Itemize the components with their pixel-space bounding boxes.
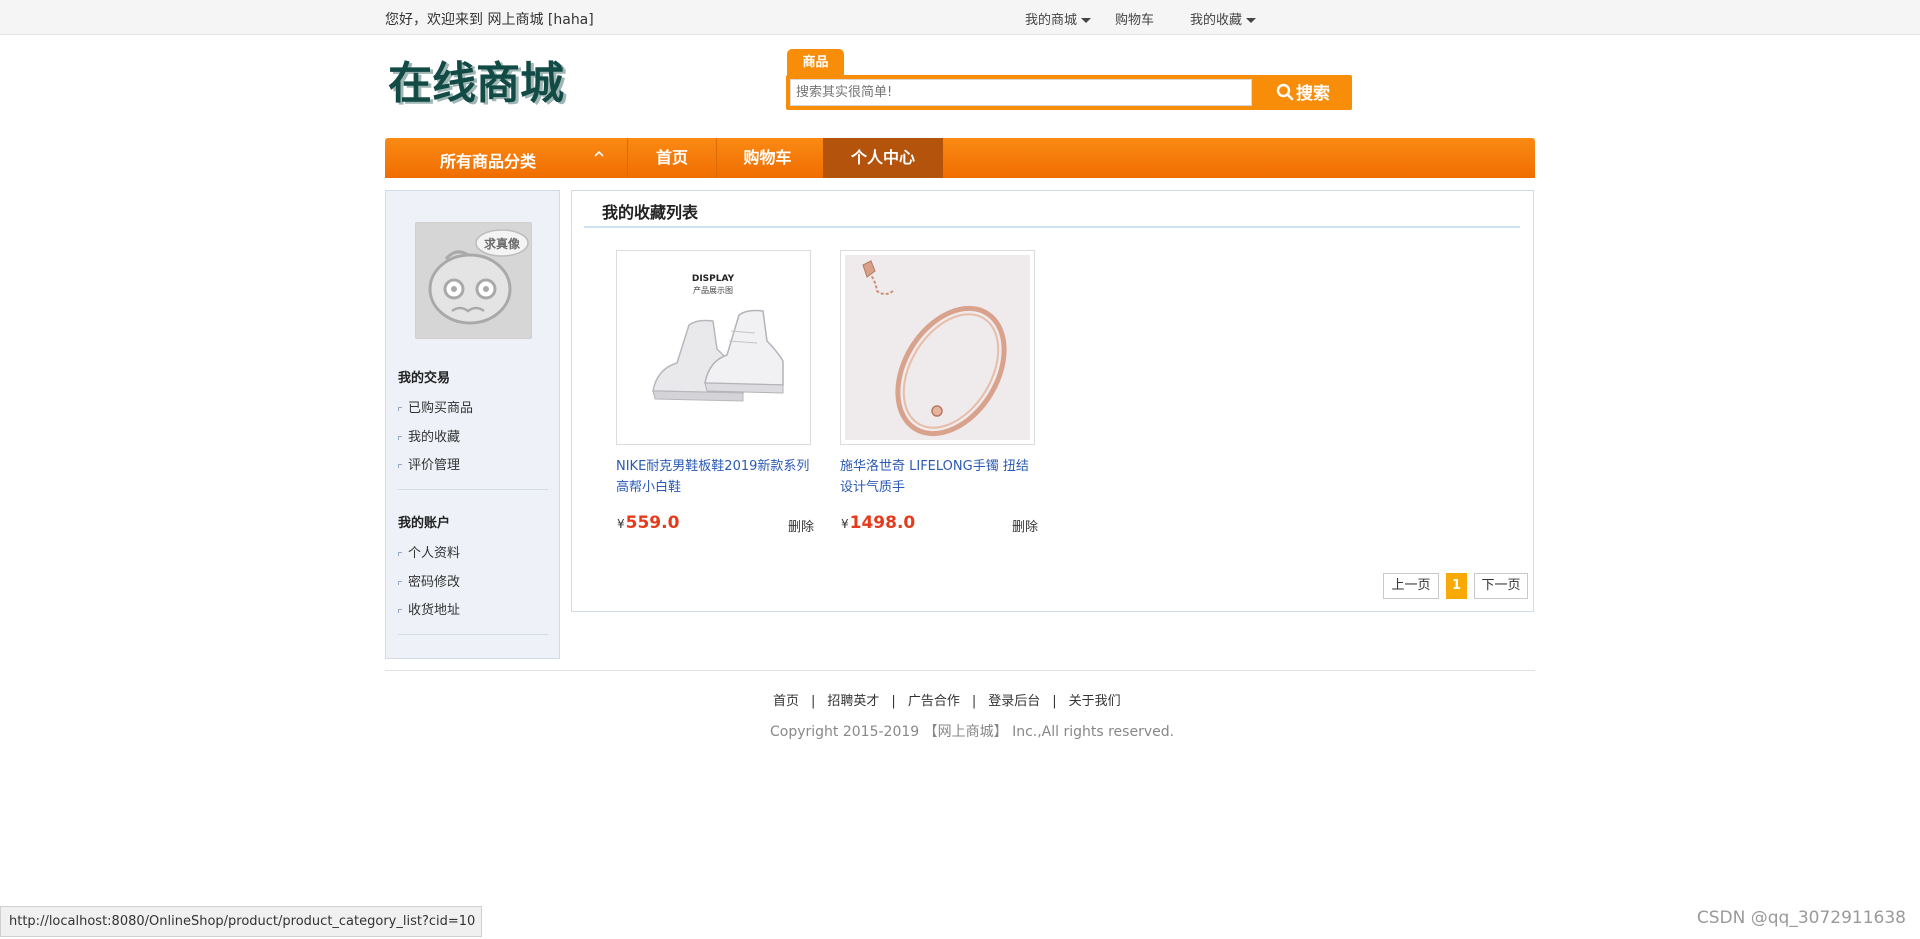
top-link-cart[interactable]: 购物车 <box>1115 9 1154 28</box>
next-page-button[interactable]: 下一页 <box>1474 573 1528 599</box>
sidebar-item-profile[interactable]: 个人资料 <box>398 542 460 561</box>
top-link-my-mall[interactable]: 我的商城 <box>1025 9 1092 28</box>
nav-item-home[interactable]: 首页 <box>628 138 716 178</box>
svg-text:求真像: 求真像 <box>484 236 521 251</box>
delete-button[interactable]: 删除 <box>1012 516 1038 535</box>
svg-text:产品展示图: 产品展示图 <box>693 285 733 295</box>
prev-page-button[interactable]: 上一页 <box>1383 573 1439 599</box>
footer-link-about[interactable]: 关于我们 <box>1069 694 1121 709</box>
product-name-link[interactable]: NIKE耐克男鞋板鞋2019新款系列高帮小白鞋 <box>616 456 812 498</box>
footer-separator: | <box>971 694 977 709</box>
title-divider <box>584 226 1520 228</box>
footer-link-careers[interactable]: 招聘英才 <box>827 694 879 709</box>
footer-separator: | <box>811 694 816 709</box>
search-tab-products[interactable]: 商品 <box>787 49 844 76</box>
bullet-icon <box>398 551 402 556</box>
favorites-panel: 我的收藏列表 DISPLAY 产品展示图 NIKE耐克男鞋板鞋2019新款系列高… <box>571 190 1534 612</box>
page-title: 我的收藏列表 <box>602 203 699 222</box>
search-button[interactable]: 搜索 <box>1258 79 1348 106</box>
chevron-up-icon <box>593 148 605 164</box>
svg-text:DISPLAY: DISPLAY <box>692 274 735 284</box>
top-bar: 您好，欢迎来到 网上商城 [haha] 我的商城 购物车 我的收藏 <box>0 0 1920 35</box>
all-categories-button[interactable]: 所有商品分类 <box>385 138 627 178</box>
product-image-bracelet[interactable] <box>840 250 1035 445</box>
product-image-sneaker[interactable]: DISPLAY 产品展示图 <box>616 250 811 445</box>
nav-item-personal-center[interactable]: 个人中心 <box>823 138 943 178</box>
avatar[interactable]: 求真像 <box>415 222 532 339</box>
sidebar-section-title: 我的交易 <box>398 371 451 386</box>
sidebar-item-address[interactable]: 收货地址 <box>398 599 460 618</box>
footer-link-admin-login[interactable]: 登录后台 <box>988 694 1040 709</box>
sidebar: 求真像 我的交易 已购买商品 我的收藏 评价管理 我的账户 个人资料 密码修改 … <box>385 190 560 659</box>
footer-links: 首页 | 招聘英才 | 广告合作 | 登录后台 | 关于我们 <box>773 690 1121 709</box>
footer-link-home[interactable]: 首页 <box>773 694 799 709</box>
avatar-placeholder-icon: 求真像 <box>416 223 531 338</box>
footer-link-ads[interactable]: 广告合作 <box>908 694 960 709</box>
sidebar-item-password[interactable]: 密码修改 <box>398 571 460 590</box>
page-number-current[interactable]: 1 <box>1446 573 1467 599</box>
bullet-icon <box>398 435 402 440</box>
sidebar-item-favorites[interactable]: 我的收藏 <box>398 426 460 445</box>
bullet-icon <box>398 608 402 613</box>
site-logo[interactable]: 在线商城 在线商城 <box>388 58 588 114</box>
svg-text:在线商城: 在线商城 <box>388 58 564 109</box>
product-price: ¥559.0 <box>617 513 680 533</box>
nav-item-cart[interactable]: 购物车 <box>717 138 818 178</box>
all-categories-label: 所有商品分类 <box>440 152 537 171</box>
bullet-icon <box>398 580 402 585</box>
footer-separator: | <box>1052 694 1057 709</box>
sidebar-item-purchased[interactable]: 已购买商品 <box>398 397 473 416</box>
welcome-text: 您好，欢迎来到 网上商城 [haha] <box>385 12 594 28</box>
sidebar-section-title: 我的账户 <box>398 516 451 531</box>
search-input[interactable] <box>790 79 1252 106</box>
sidebar-divider <box>398 489 548 490</box>
footer-separator: | <box>891 694 896 709</box>
footer-divider <box>385 670 1535 671</box>
chevron-down-icon <box>1246 18 1257 23</box>
product-name-link[interactable]: 施华洛世奇 LIFELONG手镯 扭结设计气质手 <box>840 456 1036 498</box>
search-icon <box>1276 83 1294 106</box>
main-nav: 所有商品分类 首页 购物车 个人中心 <box>385 138 1535 178</box>
sidebar-item-reviews[interactable]: 评价管理 <box>398 454 460 473</box>
watermark: CSDN @qq_3072911638 <box>1696 908 1906 928</box>
browser-status-url: http://localhost:8080/OnlineShop/product… <box>0 906 483 937</box>
chevron-down-icon <box>1081 18 1092 23</box>
bullet-icon <box>398 463 402 468</box>
search-box: 搜索 <box>786 75 1352 110</box>
product-price: ¥1498.0 <box>841 513 916 533</box>
sidebar-divider <box>398 634 548 635</box>
delete-button[interactable]: 删除 <box>788 516 814 535</box>
copyright-text: Copyright 2015-2019 【网上商城】 Inc.,All righ… <box>770 724 1175 740</box>
bullet-icon <box>398 406 402 411</box>
top-link-favorites[interactable]: 我的收藏 <box>1190 9 1257 28</box>
